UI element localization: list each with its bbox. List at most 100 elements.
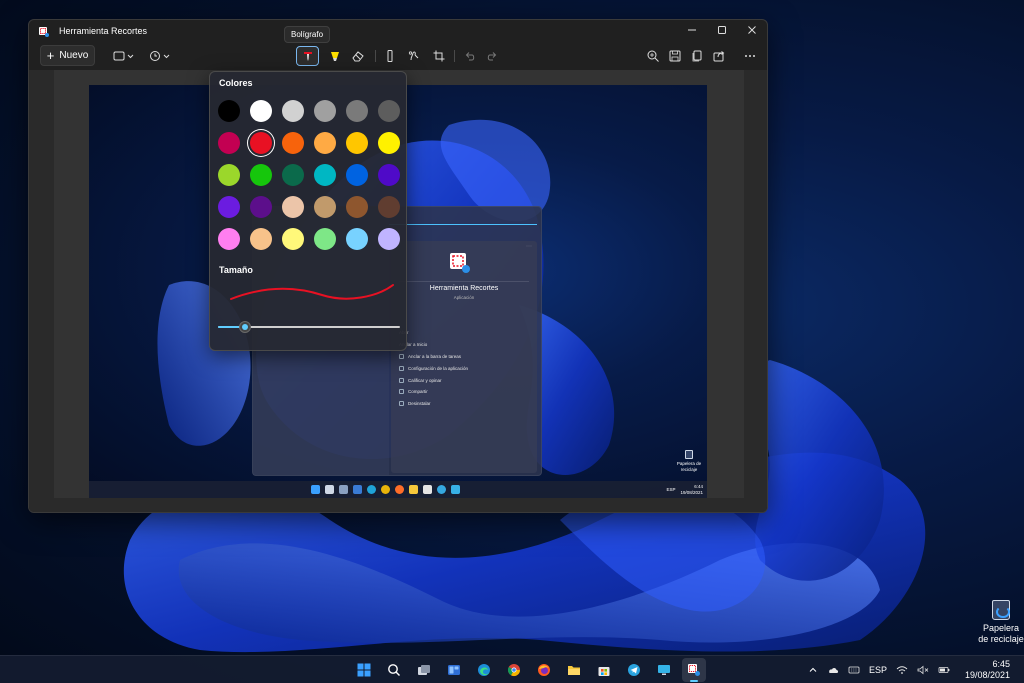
color-swatch[interactable] — [314, 196, 336, 218]
close-button[interactable] — [737, 20, 767, 40]
color-swatch[interactable] — [250, 132, 272, 154]
color-swatch[interactable] — [250, 100, 272, 122]
panel-search-field[interactable] — [389, 215, 537, 225]
highlighter-button[interactable] — [324, 46, 346, 66]
battery-icon[interactable] — [938, 665, 950, 675]
color-swatch[interactable] — [314, 164, 336, 186]
start-button[interactable] — [352, 658, 376, 682]
clock[interactable]: 6:45 19/08/2021 — [959, 659, 1016, 681]
more-icon — [745, 55, 755, 57]
color-swatch[interactable] — [282, 132, 304, 154]
menu-item-open[interactable]: Abrir — [399, 327, 529, 339]
eraser-button[interactable] — [347, 46, 369, 66]
start-icon — [311, 485, 320, 494]
telegram-button[interactable] — [622, 658, 646, 682]
chrome-icon — [507, 664, 520, 677]
color-swatch[interactable] — [346, 132, 368, 154]
color-swatch[interactable] — [218, 228, 240, 250]
color-swatch[interactable] — [250, 164, 272, 186]
color-swatch[interactable] — [314, 132, 336, 154]
color-swatch[interactable] — [378, 132, 400, 154]
pen-options-flyout: Colores Tamaño — [209, 71, 407, 351]
new-snip-button[interactable]: + Nuevo — [40, 45, 95, 66]
maximize-button[interactable] — [707, 20, 737, 40]
menu-item-app-settings[interactable]: Configuración de la aplicación — [399, 362, 529, 374]
size-slider-thumb[interactable] — [239, 321, 252, 333]
show-hidden-icons-chevron-icon[interactable] — [808, 665, 818, 675]
color-swatch[interactable] — [282, 100, 304, 122]
color-swatch[interactable] — [314, 100, 336, 122]
color-swatch[interactable] — [314, 228, 336, 250]
menu-item-uninstall[interactable]: Desinstalar — [399, 398, 529, 410]
file-explorer-icon — [568, 666, 580, 675]
color-swatch[interactable] — [282, 228, 304, 250]
menu-item-rate-review[interactable]: Calificar y opinar — [399, 374, 529, 386]
color-swatch[interactable] — [378, 164, 400, 186]
size-slider[interactable] — [218, 321, 400, 333]
store-button[interactable] — [592, 658, 616, 682]
edge-button[interactable] — [472, 658, 496, 682]
copy-button[interactable] — [686, 46, 708, 66]
snipping-tool-icon — [688, 664, 700, 676]
wifi-icon[interactable] — [896, 665, 908, 675]
color-swatch[interactable] — [218, 164, 240, 186]
remote-desktop-icon — [658, 665, 670, 675]
color-swatch[interactable] — [346, 228, 368, 250]
screenshot-system-tray: ESP 6:44 19/08/2021 — [666, 481, 703, 498]
highlighter-icon — [331, 52, 339, 61]
color-swatch[interactable] — [346, 196, 368, 218]
edge-icon — [478, 664, 490, 676]
more-options-button[interactable] — [739, 46, 761, 66]
zoom-button[interactable] — [642, 46, 664, 66]
search-button[interactable] — [382, 658, 406, 682]
color-swatch[interactable] — [218, 196, 240, 218]
zoom-icon — [647, 50, 659, 62]
redo-button[interactable] — [481, 46, 503, 66]
undo-button[interactable] — [459, 46, 481, 66]
color-swatch[interactable] — [282, 196, 304, 218]
remote-desktop-button[interactable] — [652, 658, 676, 682]
toolbar-divider — [375, 50, 376, 62]
color-swatch[interactable] — [378, 196, 400, 218]
menu-item-pin-taskbar[interactable]: Anclar a la barra de tareas — [399, 351, 529, 363]
color-swatch[interactable] — [378, 100, 400, 122]
colors-heading: Colores — [219, 78, 253, 88]
color-swatch[interactable] — [218, 132, 240, 154]
input-language[interactable]: ESP — [869, 665, 887, 675]
save-button[interactable] — [664, 46, 686, 66]
delay-dropdown[interactable] — [147, 46, 173, 66]
color-swatch[interactable] — [250, 196, 272, 218]
snip-mode-dropdown[interactable] — [111, 46, 137, 66]
color-swatch[interactable] — [282, 164, 304, 186]
task-view-button[interactable] — [412, 658, 436, 682]
panel-divider — [399, 281, 529, 282]
pin-icon — [399, 353, 404, 359]
title-bar[interactable]: Herramienta Recortes — [29, 20, 767, 42]
menu-item-pin-start[interactable]: Anclar a Inicio — [399, 339, 529, 351]
snipping-tool-large-icon — [448, 251, 472, 275]
touch-writing-button[interactable] — [403, 46, 425, 66]
color-swatch[interactable] — [346, 100, 368, 122]
chrome-button[interactable] — [502, 658, 526, 682]
color-swatch[interactable] — [378, 228, 400, 250]
color-swatch[interactable] — [250, 228, 272, 250]
ruler-button[interactable] — [379, 46, 401, 66]
recycle-bin-icon — [992, 600, 1010, 620]
clock-time: 6:45 — [992, 659, 1010, 669]
firefox-button[interactable] — [532, 658, 556, 682]
snipping-tool-taskbar-button[interactable] — [682, 658, 706, 682]
volume-muted-icon[interactable] — [917, 665, 929, 675]
onedrive-icon[interactable] — [827, 665, 839, 675]
crop-button[interactable] — [428, 46, 450, 66]
minimize-icon — [688, 29, 696, 31]
widgets-button[interactable] — [442, 658, 466, 682]
menu-item-share[interactable]: Compartir — [399, 386, 529, 398]
ballpoint-pen-button[interactable] — [296, 46, 319, 66]
keyboard-icon[interactable] — [848, 665, 860, 675]
desktop-recycle-bin[interactable]: Papelera de reciclaje — [978, 600, 1024, 645]
color-swatch[interactable] — [346, 164, 368, 186]
file-explorer-button[interactable] — [562, 658, 586, 682]
color-swatch[interactable] — [218, 100, 240, 122]
minimize-button[interactable] — [677, 20, 707, 40]
share-button[interactable] — [708, 46, 730, 66]
